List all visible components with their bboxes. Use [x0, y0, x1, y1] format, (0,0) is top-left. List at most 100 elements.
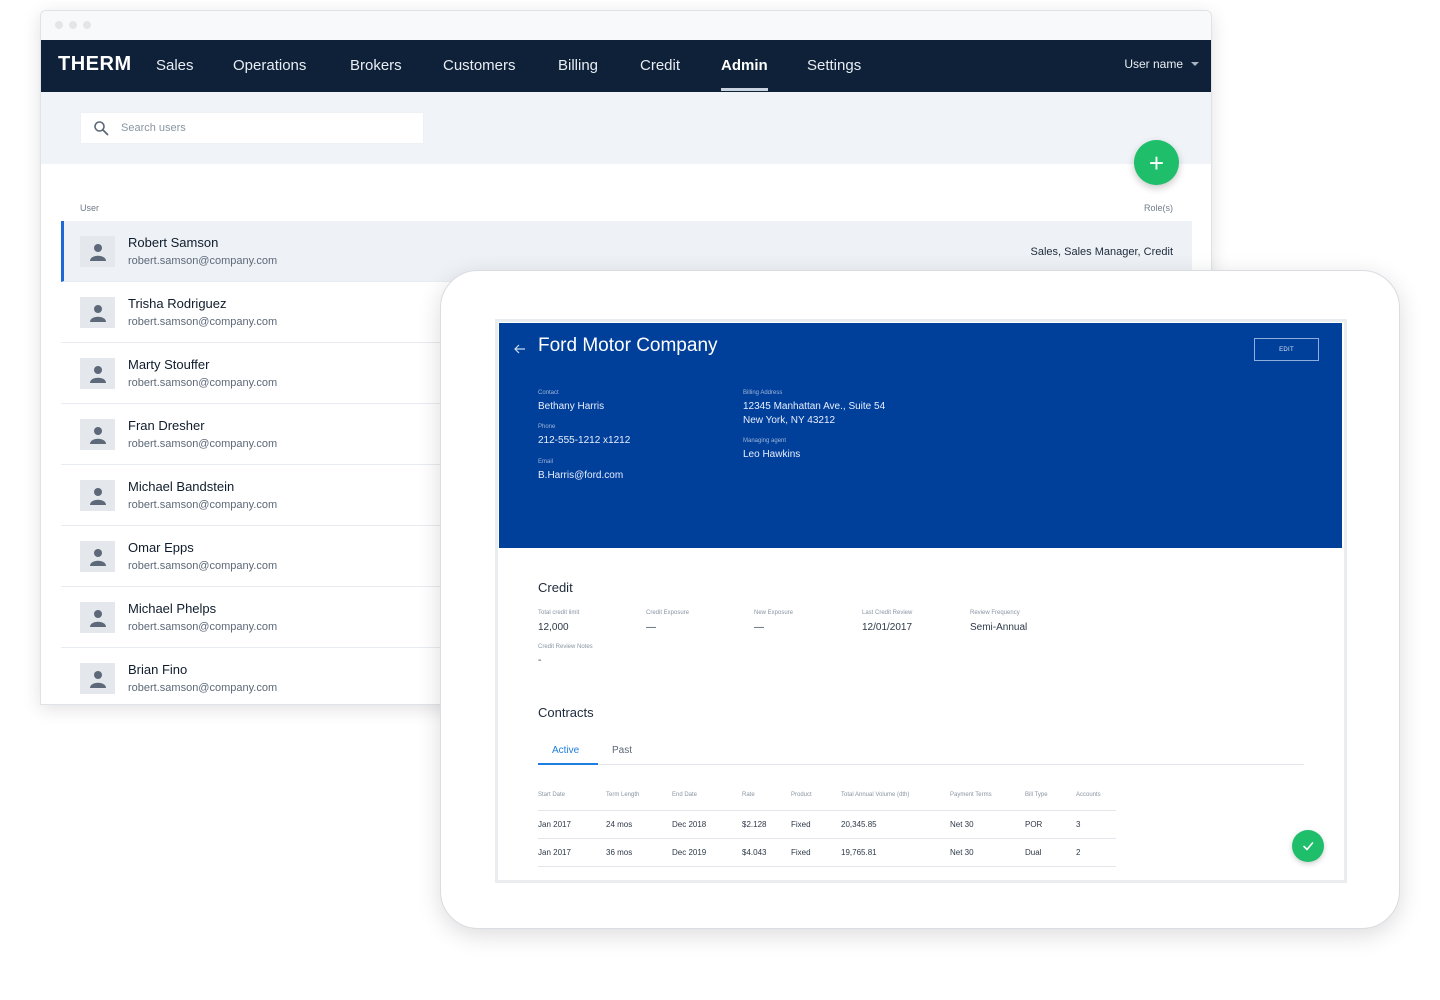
- contracts-table: Start Date Term Length End Date Rate Pro…: [538, 788, 1116, 867]
- column-header[interactable]: Rate: [742, 788, 791, 810]
- column-header[interactable]: Bill Type: [1025, 788, 1076, 810]
- company-header: Ford Motor Company EDIT Contact Bethany …: [499, 323, 1342, 548]
- confirm-button[interactable]: [1292, 830, 1324, 862]
- nav-settings[interactable]: Settings: [807, 57, 861, 74]
- avatar: [80, 480, 115, 511]
- table-cell: $4.043: [742, 837, 791, 867]
- app-logo[interactable]: THERM: [58, 53, 132, 76]
- review-frequency-label: Review Frequency: [970, 610, 1020, 616]
- person-icon: [89, 548, 106, 566]
- table-cell: Dec 2018: [672, 809, 742, 838]
- column-header[interactable]: Payment Terms: [950, 788, 1025, 810]
- add-user-button[interactable]: +: [1134, 140, 1179, 185]
- edit-button[interactable]: EDIT: [1254, 338, 1319, 361]
- nav-sales[interactable]: Sales: [156, 57, 194, 74]
- active-nav-indicator: [721, 88, 768, 91]
- avatar: [80, 602, 115, 633]
- table-cell: Fixed: [791, 809, 841, 838]
- nav-admin[interactable]: Admin: [721, 57, 768, 74]
- last-credit-review-value: 12/01/2017: [862, 622, 913, 633]
- nav-credit[interactable]: Credit: [640, 57, 680, 74]
- nav-brokers[interactable]: Brokers: [350, 57, 402, 74]
- total-credit-limit-value: 12,000: [538, 622, 569, 633]
- person-icon: [89, 609, 106, 627]
- billing-address-line2: New York, NY 43212: [743, 415, 836, 426]
- user-roles: Sales, Sales Manager, Credit: [1030, 246, 1173, 258]
- user-email: robert.samson@company.com: [128, 255, 278, 267]
- column-header[interactable]: Accounts: [1076, 788, 1116, 810]
- avatar: [80, 663, 115, 694]
- user-name: Marty Stouffer: [128, 357, 210, 372]
- tablet-device: Ford Motor Company EDIT Contact Bethany …: [440, 270, 1400, 929]
- window-minimize-dot[interactable]: [69, 21, 77, 29]
- search-input[interactable]: [121, 122, 401, 134]
- search-box[interactable]: [80, 112, 424, 144]
- user-email: robert.samson@company.com: [128, 682, 278, 694]
- nav-billing[interactable]: Billing: [558, 57, 598, 74]
- email-label: Email: [538, 459, 554, 465]
- window-close-dot[interactable]: [55, 21, 63, 29]
- person-icon: [89, 670, 106, 688]
- table-cell: Dec 2019: [672, 837, 742, 867]
- nav-customers[interactable]: Customers: [443, 57, 516, 74]
- column-header[interactable]: Term Length: [606, 788, 672, 810]
- window-maximize-dot[interactable]: [83, 21, 91, 29]
- column-header-roles[interactable]: Role(s): [1144, 203, 1173, 213]
- user-email: robert.samson@company.com: [128, 377, 278, 389]
- tab-active[interactable]: Active: [552, 745, 579, 756]
- person-icon: [89, 365, 106, 383]
- user-menu[interactable]: User name: [1124, 57, 1199, 71]
- tablet-screen: Ford Motor Company EDIT Contact Bethany …: [495, 319, 1347, 883]
- credit-review-notes-label: Credit Review Notes: [538, 644, 593, 650]
- avatar: [80, 297, 115, 328]
- company-name: Ford Motor Company: [538, 335, 718, 356]
- billing-address-label: Billing Address: [743, 390, 783, 396]
- person-icon: [89, 487, 106, 505]
- credit-section-title: Credit: [538, 580, 573, 595]
- person-icon: [89, 426, 106, 444]
- user-name: Brian Fino: [128, 662, 188, 677]
- table-cell: Fixed: [791, 837, 841, 867]
- tab-past[interactable]: Past: [612, 745, 632, 756]
- table-cell: 20,345.85: [841, 809, 950, 838]
- contact-label: Contact: [538, 390, 559, 396]
- table-row[interactable]: Jan 2017 24 mos Dec 2018 $2.128 Fixed 20…: [538, 809, 1116, 838]
- table-cell: Net 30: [950, 837, 1025, 867]
- credit-exposure-value: —: [646, 622, 656, 633]
- avatar: [80, 541, 115, 572]
- new-exposure-value: —: [754, 622, 764, 633]
- credit-review-notes-value: -: [538, 655, 542, 666]
- search-icon: [94, 121, 109, 136]
- chevron-down-icon: [1191, 62, 1199, 66]
- avatar: [80, 358, 115, 389]
- table-cell: Net 30: [950, 809, 1025, 838]
- tab-divider: [538, 764, 1304, 765]
- table-cell: 19,765.81: [841, 837, 950, 867]
- user-name: Trisha Rodriguez: [128, 296, 227, 311]
- user-name: Michael Phelps: [128, 601, 217, 616]
- user-email: robert.samson@company.com: [128, 621, 278, 633]
- table-cell: Jan 2017: [538, 837, 606, 867]
- column-header[interactable]: Total Annual Volume (dth): [841, 788, 950, 810]
- plus-icon: +: [1148, 147, 1165, 178]
- avatar: [80, 236, 115, 267]
- total-credit-limit-label: Total credit limit: [538, 610, 580, 616]
- table-cell: 2: [1076, 837, 1116, 867]
- last-credit-review-label: Last Credit Review: [862, 610, 913, 616]
- phone-value: 212-555-1212 x1212: [538, 435, 631, 446]
- column-header[interactable]: End Date: [672, 788, 742, 810]
- nav-operations[interactable]: Operations: [233, 57, 306, 74]
- checkmark-icon: [1303, 842, 1314, 851]
- avatar: [80, 419, 115, 450]
- column-header[interactable]: Start Date: [538, 788, 606, 810]
- table-cell: 3: [1076, 809, 1116, 838]
- person-icon: [89, 304, 106, 322]
- column-header[interactable]: Product: [791, 788, 841, 810]
- back-arrow-icon[interactable]: [513, 342, 527, 356]
- user-email: robert.samson@company.com: [128, 316, 278, 328]
- user-email: robert.samson@company.com: [128, 560, 278, 572]
- new-exposure-label: New Exposure: [754, 610, 794, 616]
- review-frequency-value: Semi-Annual: [970, 622, 1028, 633]
- table-row[interactable]: Jan 2017 36 mos Dec 2019 $4.043 Fixed 19…: [538, 837, 1116, 867]
- user-name: Michael Bandstein: [128, 479, 235, 494]
